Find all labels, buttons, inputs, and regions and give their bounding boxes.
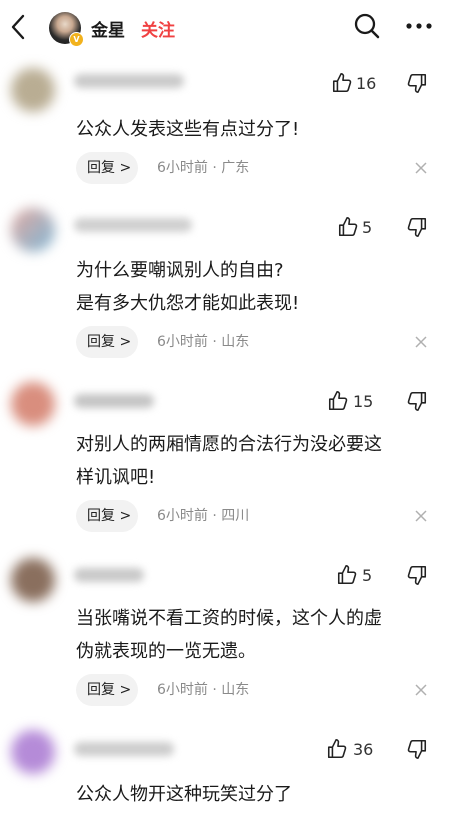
- follow-button[interactable]: 关注: [141, 16, 175, 41]
- commenter-name[interactable]: [74, 218, 192, 232]
- reply-button[interactable]: 回复 >: [76, 152, 138, 184]
- commenter-name[interactable]: [74, 74, 184, 88]
- like-count: 5: [362, 218, 373, 237]
- dislike-icon[interactable]: [406, 390, 428, 412]
- comment-time: 6小时前: [157, 508, 208, 524]
- commenter-name[interactable]: [74, 394, 154, 408]
- more-options-icon[interactable]: [404, 12, 434, 40]
- comment-text: 当张嘴说不看工资的时候，这个人的虚 伪就表现的一览无遗。: [76, 608, 382, 662]
- comment-location: 广东: [221, 160, 250, 176]
- commenter-avatar[interactable]: [11, 382, 55, 426]
- close-icon[interactable]: [415, 510, 427, 522]
- commenter-avatar[interactable]: [11, 730, 55, 774]
- comment-text: 对别人的两厢情愿的合法行为没必要这 样讥讽吧!: [76, 434, 382, 488]
- top-bar: V 金星 关注: [0, 0, 450, 54]
- comment-meta: 6小时前 · 四川: [157, 508, 250, 524]
- comment-meta: 6小时前 · 广东: [157, 160, 250, 176]
- comment-time: 6小时前: [157, 682, 208, 698]
- close-icon[interactable]: [415, 336, 427, 348]
- comment-text: 为什么要嘲讽别人的自由? 是有多大仇怨才能如此表现!: [76, 260, 300, 314]
- comment-time: 6小时前: [157, 334, 208, 350]
- close-icon[interactable]: [415, 684, 427, 696]
- comment-location: 山东: [221, 334, 250, 350]
- reply-button[interactable]: 回复 >: [76, 326, 138, 358]
- comment-location: 山东: [221, 682, 250, 698]
- like-icon[interactable]: [327, 390, 349, 412]
- like-icon[interactable]: [337, 216, 359, 238]
- close-icon[interactable]: [415, 162, 427, 174]
- dislike-icon[interactable]: [406, 564, 428, 586]
- back-arrow-icon[interactable]: [8, 13, 30, 41]
- dislike-icon[interactable]: [406, 738, 428, 760]
- comment-meta: 6小时前 · 山东: [157, 334, 250, 350]
- like-count: 15: [353, 392, 374, 411]
- comment-text: 公众人物开这种玩笑过分了: [76, 784, 292, 805]
- verified-badge-icon: V: [69, 32, 84, 47]
- comment-meta: 6小时前 · 山东: [157, 682, 250, 698]
- like-icon[interactable]: [326, 738, 348, 760]
- avatar[interactable]: V: [49, 12, 84, 47]
- like-icon[interactable]: [331, 72, 353, 94]
- reply-button[interactable]: 回复 >: [76, 500, 138, 532]
- like-count: 36: [353, 740, 374, 759]
- like-count: 16: [356, 74, 377, 93]
- commenter-avatar[interactable]: [11, 558, 55, 602]
- dislike-icon[interactable]: [406, 72, 428, 94]
- comment-text: 公众人发表这些有点过分了!: [76, 119, 300, 140]
- commenter-avatar[interactable]: [11, 208, 55, 252]
- user-name[interactable]: 金星: [91, 16, 125, 41]
- search-icon[interactable]: [353, 12, 381, 40]
- commenter-name[interactable]: [74, 742, 174, 756]
- commenter-avatar[interactable]: [11, 68, 55, 112]
- reply-button[interactable]: 回复 >: [76, 674, 138, 706]
- commenter-name[interactable]: [74, 568, 144, 582]
- dislike-icon[interactable]: [406, 216, 428, 238]
- comment-location: 四川: [221, 508, 250, 524]
- comment-time: 6小时前: [157, 160, 208, 176]
- like-count: 5: [362, 566, 373, 585]
- like-icon[interactable]: [336, 564, 358, 586]
